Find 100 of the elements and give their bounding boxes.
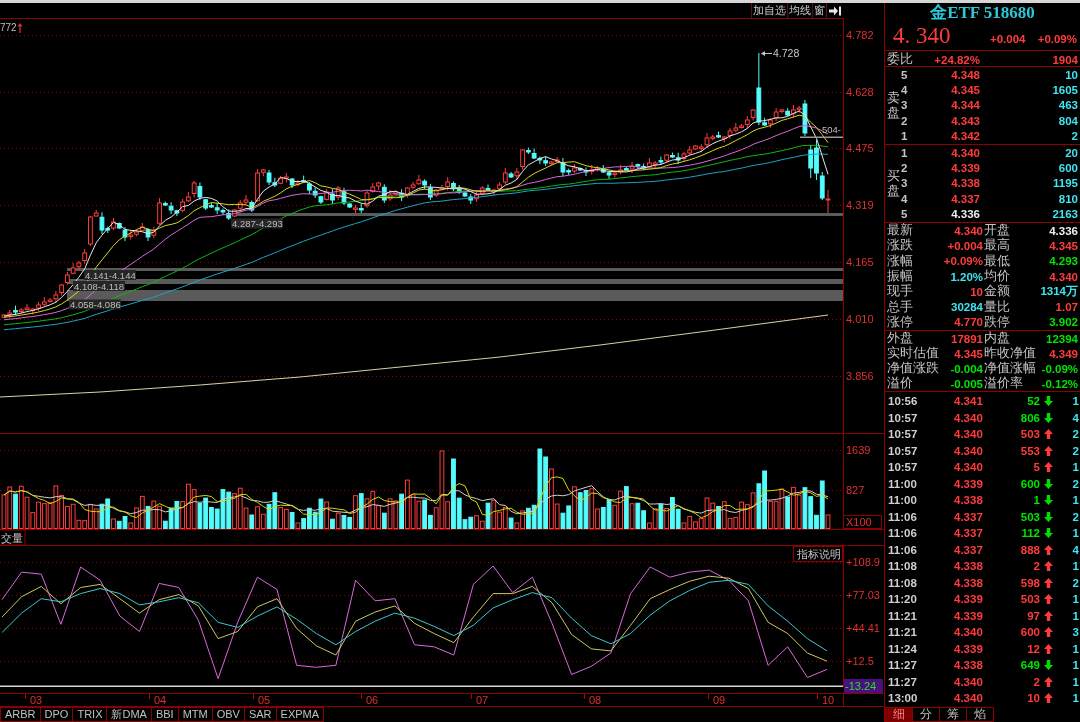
stat-value: 1.07 <box>1055 301 1078 314</box>
stat-value: 4.340 <box>954 224 983 237</box>
toolbar-button[interactable]: 均线 <box>787 3 812 18</box>
trade-price: 4.339 <box>954 593 984 606</box>
trade-volume: 503 <box>1019 428 1040 441</box>
indicator-current-value: -13.24 <box>844 679 883 693</box>
month-axis-label: 04 <box>154 694 167 706</box>
trade-price: 4.339 <box>954 609 984 622</box>
trade-volume: 553 <box>1019 444 1040 457</box>
trade-volume: 503 <box>1019 593 1040 606</box>
arrow-button[interactable] <box>826 3 843 18</box>
trade-count: 2 <box>1071 477 1079 490</box>
stat-value: 3.902 <box>1049 316 1078 329</box>
level-volume: 810 <box>1057 192 1078 205</box>
stat-label: 量比 <box>984 298 1010 315</box>
stat-value: -0.12% <box>1041 377 1078 390</box>
trade-price: 4.339 <box>954 477 984 490</box>
indicator-tab[interactable]: TRIX <box>73 707 108 722</box>
stat-value: 4.770 <box>954 316 983 329</box>
level-price: 4.344 <box>950 99 980 112</box>
trade-volume: 10 <box>1026 692 1040 705</box>
stat-label: 开盘 <box>984 222 1010 238</box>
trade-price: 4.340 <box>954 461 984 474</box>
indicator-help-button[interactable]: 指标说明 <box>793 546 843 562</box>
trade-price: 4.337 <box>954 510 984 523</box>
indicator-tab[interactable]: DPO <box>40 707 74 722</box>
trade-time: 11:00 <box>888 494 918 507</box>
trade-time: 11:08 <box>888 576 918 589</box>
stat-label: 溢价率 <box>984 375 1023 393</box>
trade-price: 4.340 <box>954 428 984 441</box>
panel-tab[interactable]: 筹 <box>940 707 967 722</box>
month-axis-label: 07 <box>476 694 489 706</box>
month-axis-label: 09 <box>713 694 726 706</box>
stat-value: 4.293 <box>1049 255 1078 268</box>
indicator-axis-label: +108.9 <box>846 556 880 568</box>
level-volume: 10 <box>1064 68 1078 81</box>
indicator-tab[interactable]: EXPMA <box>276 707 325 722</box>
trade-time: 11:00 <box>888 477 918 490</box>
trade-count: 1 <box>1071 395 1079 408</box>
down-arrow-icon <box>1044 412 1053 423</box>
month-axis-label: 06 <box>366 694 379 706</box>
level-rank: 4 <box>901 84 909 97</box>
stat-label: 总手 <box>887 298 913 315</box>
percent-change: +0.09% <box>1037 33 1077 45</box>
stat-label: 金额 <box>984 283 1010 300</box>
level-volume: 804 <box>1057 114 1078 127</box>
indicator-tab[interactable]: BBI <box>151 707 179 722</box>
trade-count: 4 <box>1071 411 1079 424</box>
toolbar-button[interactable]: 窗 <box>812 3 826 18</box>
trade-count: 1 <box>1071 461 1079 474</box>
stat-label: 振幅 <box>887 268 913 284</box>
trade-price: 4.337 <box>954 543 984 556</box>
trade-count: 1 <box>1071 593 1079 606</box>
stat-label: 最低 <box>984 252 1010 269</box>
trade-count: 2 <box>1071 428 1079 441</box>
month-axis-label: 10 <box>822 694 835 706</box>
panel-tab[interactable]: 焰 <box>967 707 994 722</box>
up-arrow-icon <box>1044 676 1053 687</box>
indicator-axis-label: +77.03 <box>846 589 880 601</box>
stat-value: 1.20% <box>950 270 983 283</box>
indicator-tab[interactable]: MTM <box>178 707 213 722</box>
level-rank: 1 <box>901 130 909 143</box>
trade-time: 11:24 <box>888 642 918 655</box>
level-price: 4.339 <box>950 162 980 175</box>
indicator-tab[interactable]: ARBR <box>0 707 41 722</box>
indicator-axis-label: +12.5 <box>846 655 874 667</box>
arrow-to-bar-icon <box>829 5 841 16</box>
month-axis-label: 05 <box>258 694 271 706</box>
price-axis-label: 3.856 <box>846 370 874 382</box>
trade-count: 1 <box>1071 642 1079 655</box>
month-axis-label: 08 <box>589 694 602 706</box>
level-rank: 1 <box>901 146 909 159</box>
up-arrow-icon <box>1044 544 1053 555</box>
level-rank: 2 <box>901 162 909 175</box>
stat-value: +0.09% <box>943 255 983 268</box>
level-volume: 463 <box>1057 99 1078 112</box>
panel-tab[interactable]: 细 <box>885 707 913 722</box>
trade-volume: 598 <box>1019 576 1040 589</box>
level-rank: 5 <box>901 68 909 81</box>
stat-value: 4.340 <box>1049 270 1078 283</box>
down-arrow-icon <box>1044 495 1053 506</box>
up-arrow-icon <box>1044 462 1053 473</box>
order-book-side-label: 卖盘 <box>886 91 900 120</box>
indicator-tab[interactable]: OBV <box>212 707 245 722</box>
order-ratio-label: 委比 <box>887 51 914 68</box>
stat-label: 涨停 <box>887 313 913 331</box>
up-arrow-icon <box>1044 429 1053 440</box>
trade-volume: 112 <box>1020 527 1040 540</box>
trade-time: 11:06 <box>888 510 918 523</box>
stat-value: 12394 <box>1046 332 1078 345</box>
trade-volume: 12 <box>1026 642 1040 655</box>
toolbar-button[interactable]: 加自选 <box>751 3 787 18</box>
price-axis-label: 4.782 <box>846 29 874 41</box>
stat-label: 昨收净值 <box>984 345 1036 361</box>
trade-volume: 2 <box>1032 675 1040 688</box>
up-arrow-icon <box>1044 445 1053 456</box>
indicator-tab[interactable]: SAR <box>244 707 277 722</box>
panel-tab[interactable]: 分 <box>913 707 940 722</box>
indicator-tab[interactable]: 新DMA <box>107 707 152 722</box>
trade-count: 1 <box>1071 692 1079 705</box>
